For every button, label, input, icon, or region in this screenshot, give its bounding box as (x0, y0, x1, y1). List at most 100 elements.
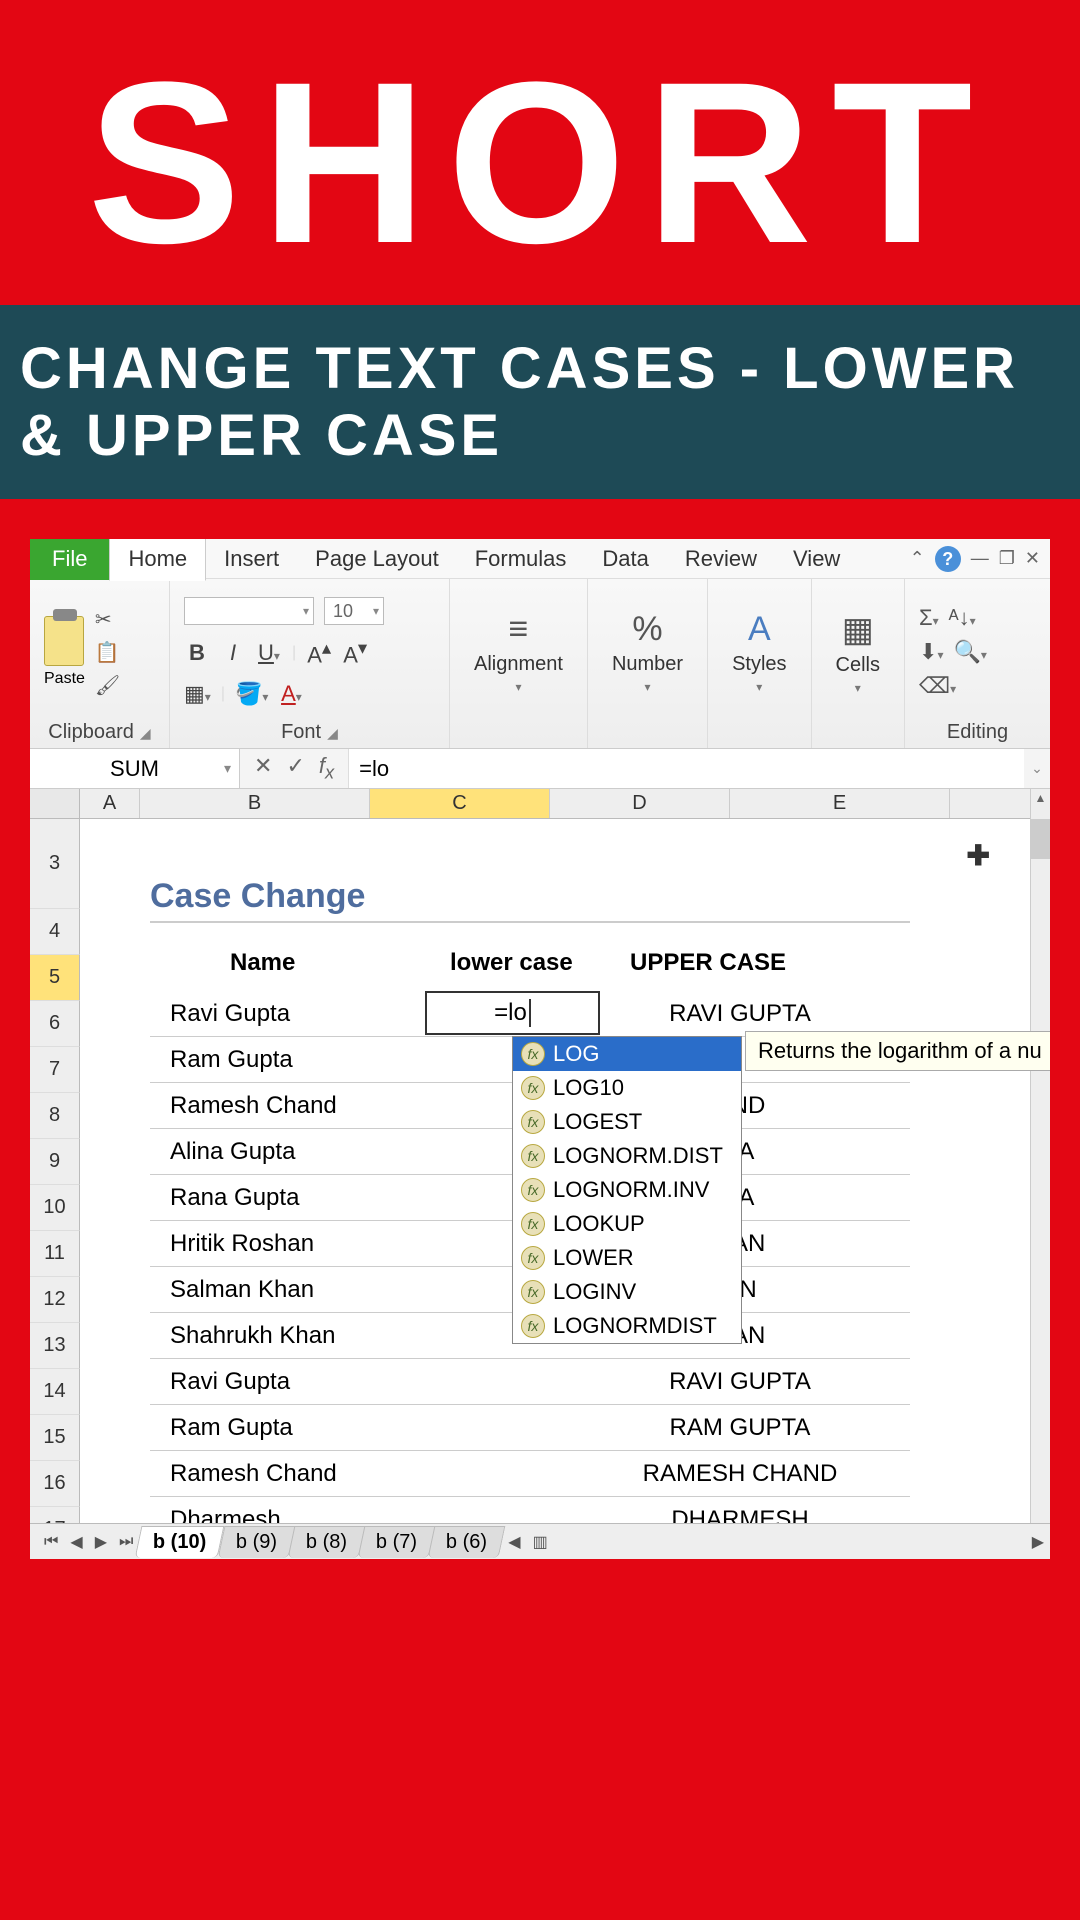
name-box[interactable]: SUM (30, 749, 240, 788)
thumbnail-title: SHORT (0, 0, 1080, 305)
tab-page-layout[interactable]: Page Layout (297, 539, 457, 580)
spreadsheet-grid[interactable]: A B C D E 34567891011121314151617181920 … (30, 789, 1050, 1523)
scroll-up-icon[interactable]: ▲ (1031, 791, 1050, 805)
tab-data[interactable]: Data (584, 539, 666, 580)
sort-filter-button[interactable]: ᴬ↓▾ (949, 605, 976, 631)
row-header[interactable]: 11 (30, 1231, 80, 1277)
autocomplete-item[interactable]: fxLOGEST (513, 1105, 741, 1139)
row-header[interactable]: 13 (30, 1323, 80, 1369)
autocomplete-item[interactable]: fxLOGNORMDIST (513, 1309, 741, 1343)
autocomplete-item[interactable]: fxLOWER (513, 1241, 741, 1275)
clipboard-dialog-launcher[interactable]: ◢ (140, 725, 151, 741)
table-row[interactable]: Ram GuptaRAM GUPTA (150, 1405, 910, 1451)
tab-review[interactable]: Review (667, 539, 775, 580)
col-header-c[interactable]: C (370, 789, 550, 818)
number-button[interactable]: % Number ▾ (602, 610, 693, 694)
restore-icon[interactable]: ❐ (999, 548, 1015, 569)
row-header[interactable]: 3 (30, 819, 80, 909)
autocomplete-item[interactable]: fxLOOKUP (513, 1207, 741, 1241)
font-color-button[interactable]: A▾ (278, 681, 304, 707)
row-header[interactable]: 5 (30, 955, 80, 1001)
underline-button[interactable]: U▾ (256, 640, 282, 666)
italic-button[interactable]: I (220, 640, 246, 666)
formula-autocomplete-list[interactable]: fxLOGfxLOG10fxLOGESTfxLOGNORM.DISTfxLOGN… (512, 1036, 742, 1344)
active-cell-editor[interactable]: =lo (425, 991, 600, 1035)
sheet-tab[interactable]: b (8) (288, 1526, 366, 1558)
sheet-tab[interactable]: b (9) (217, 1526, 295, 1558)
title-underline (150, 921, 910, 923)
vertical-scrollbar[interactable]: ▲ (1030, 789, 1050, 1523)
styles-button[interactable]: A Styles ▾ (722, 610, 796, 694)
col-header-b[interactable]: B (140, 789, 370, 818)
font-name-combo[interactable] (184, 597, 314, 625)
font-size-combo[interactable]: 10 (324, 597, 384, 625)
table-row[interactable]: Ramesh ChandRAMESH CHAND (150, 1451, 910, 1497)
expand-formula-bar-icon[interactable]: ⌄ (1024, 760, 1050, 777)
table-row[interactable]: Ravi GuptaRAVI GUPTA (150, 1359, 910, 1405)
cell-cursor-icon: ✚ (967, 839, 990, 872)
sheet-nav-next[interactable]: ▶ (89, 1532, 113, 1552)
help-icon[interactable]: ? (935, 546, 961, 572)
close-icon[interactable]: ✕ (1025, 548, 1040, 569)
sheet-tab[interactable]: b (7) (358, 1526, 436, 1558)
select-all-corner[interactable] (30, 789, 80, 818)
copy-icon[interactable]: 📋 (95, 640, 120, 665)
cells-area[interactable]: ✚ Case Change Name lower case UPPER CASE… (80, 819, 1050, 1559)
fill-button[interactable]: ⬇▾ (919, 639, 943, 665)
cells-button[interactable]: ▦ Cells ▾ (826, 610, 890, 695)
row-header[interactable]: 16 (30, 1461, 80, 1507)
autocomplete-item[interactable]: fxLOGNORM.DIST (513, 1139, 741, 1173)
sheet-title: Case Change (150, 877, 365, 916)
minimize-ribbon-icon[interactable]: ⌃ (910, 548, 925, 569)
row-header[interactable]: 9 (30, 1139, 80, 1185)
col-header-a[interactable]: A (80, 789, 140, 818)
sheet-nav-last[interactable]: ⏭ (113, 1533, 139, 1551)
autocomplete-item[interactable]: fxLOG10 (513, 1071, 741, 1105)
row-header[interactable]: 10 (30, 1185, 80, 1231)
row-header[interactable]: 12 (30, 1277, 80, 1323)
sheet-nav-first[interactable]: ⏮ (38, 1533, 64, 1551)
col-header-d[interactable]: D (550, 789, 730, 818)
header-upper: UPPER CASE (630, 949, 786, 977)
tab-scroll-splitter[interactable]: ▥ (527, 1532, 554, 1552)
paste-button[interactable]: Paste (44, 616, 85, 688)
sheet-tab[interactable]: b (10) (135, 1526, 225, 1558)
hscroll-right[interactable]: ▶ (1026, 1532, 1050, 1552)
tab-scroll-left[interactable]: ◀ (502, 1532, 526, 1552)
row-header[interactable]: 15 (30, 1415, 80, 1461)
format-painter-icon[interactable]: 🖌 (95, 673, 120, 698)
row-header[interactable]: 7 (30, 1047, 80, 1093)
enter-formula-icon[interactable]: ✓ (286, 753, 304, 783)
borders-button[interactable]: ▦▾ (184, 681, 211, 707)
sheet-nav-prev[interactable]: ◀ (64, 1532, 88, 1552)
row-header[interactable]: 4 (30, 909, 80, 955)
row-header[interactable]: 14 (30, 1369, 80, 1415)
bold-button[interactable]: B (184, 640, 210, 666)
autocomplete-item[interactable]: fxLOG (513, 1037, 741, 1071)
clear-button[interactable]: ⌫▾ (919, 673, 956, 699)
shrink-font-button[interactable]: A▾ (342, 637, 368, 668)
tab-formulas[interactable]: Formulas (457, 539, 585, 580)
scrollbar-thumb[interactable] (1031, 819, 1050, 859)
tab-home[interactable]: Home (109, 539, 206, 581)
find-select-button[interactable]: 🔍▾ (953, 639, 986, 665)
autosum-button[interactable]: Σ▾ (919, 605, 939, 631)
grow-font-button[interactable]: A▴ (306, 637, 332, 668)
autocomplete-item[interactable]: fxLOGINV (513, 1275, 741, 1309)
tab-view[interactable]: View (775, 539, 858, 580)
file-tab[interactable]: File (30, 539, 109, 580)
autocomplete-item[interactable]: fxLOGNORM.INV (513, 1173, 741, 1207)
cancel-formula-icon[interactable]: ✕ (254, 753, 272, 783)
font-dialog-launcher[interactable]: ◢ (327, 725, 338, 741)
sheet-tab[interactable]: b (6) (428, 1526, 506, 1558)
cut-icon[interactable]: ✂ (95, 607, 120, 632)
row-header[interactable]: 8 (30, 1093, 80, 1139)
col-header-e[interactable]: E (730, 789, 950, 818)
insert-function-icon[interactable]: fx (319, 753, 334, 783)
row-header[interactable]: 6 (30, 1001, 80, 1047)
tab-insert[interactable]: Insert (206, 539, 297, 580)
fill-color-button[interactable]: 🪣▾ (235, 681, 268, 707)
alignment-button[interactable]: ≡ Alignment ▾ (464, 610, 573, 694)
minimize-icon[interactable]: — (971, 548, 989, 569)
formula-input[interactable]: =lo (348, 749, 1024, 788)
